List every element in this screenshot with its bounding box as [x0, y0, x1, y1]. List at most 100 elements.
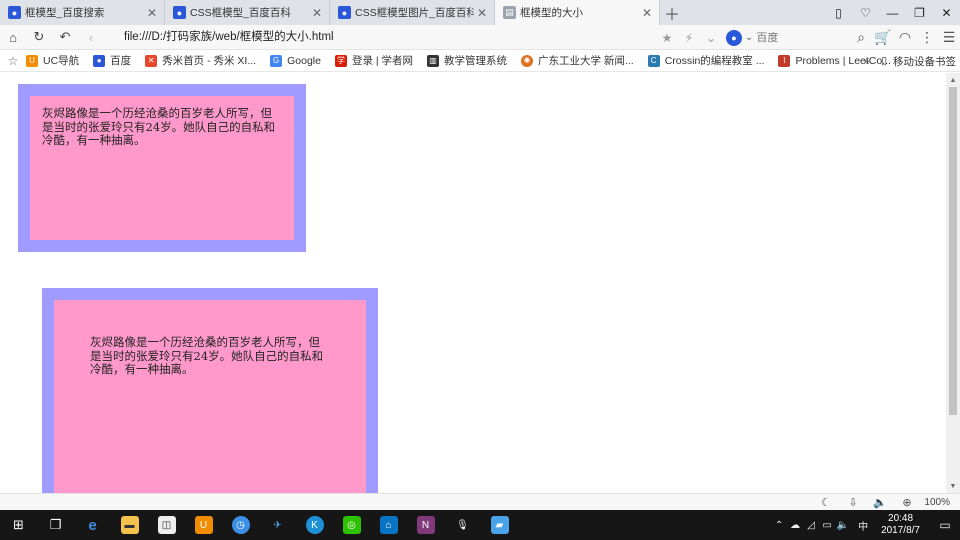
scroll-up-icon[interactable]: ▲ [946, 73, 960, 87]
box-text: 灰烬路像是一个历经沧桑的百岁老人所写，但是当时的张爱玲只有24岁。她队自己的自私… [90, 335, 324, 376]
k-app-icon[interactable]: K [296, 510, 333, 540]
new-tab-button[interactable]: ＋ [660, 0, 684, 25]
close-icon[interactable]: ✕ [144, 6, 160, 20]
bookmark-label: 百度 [110, 55, 132, 67]
edge-icon[interactable]: e [74, 510, 111, 540]
baidu-paw-icon: ● [8, 6, 21, 19]
baidu-paw-icon: ● [93, 54, 106, 67]
tab-label: 框模型_百度搜索 [25, 7, 105, 19]
tab-3[interactable]: ▤ 框模型的大小 ✕ [495, 0, 660, 25]
tab-0[interactable]: ● 框模型_百度搜索 ✕ [0, 0, 165, 25]
cart-icon[interactable]: 🛒 [872, 29, 894, 46]
lightning-icon[interactable]: ⚡ [678, 31, 700, 45]
download-icon[interactable]: ⇩ [839, 496, 866, 509]
uc-icon: U [26, 54, 38, 67]
scroll-thumb[interactable] [949, 87, 957, 415]
undo-icon[interactable]: ↶ [52, 25, 78, 50]
tab-label: 框模型的大小 [520, 7, 583, 19]
zoom-icon[interactable]: ⊕ [893, 496, 920, 509]
wechat-icon[interactable]: ◎ [333, 510, 370, 540]
system-tray: ⌃ ☁ ◿ ▭ 🔈 中 20:48 2017/8/7 ▭ [771, 510, 960, 540]
speaker-icon[interactable]: 🔈 [835, 520, 851, 531]
home-icon[interactable]: ⌂ [0, 25, 26, 50]
mobile-device-icon: ▯ [881, 55, 887, 67]
file-explorer-icon[interactable]: ▬ [111, 510, 148, 540]
close-window-icon[interactable]: ✕ [933, 6, 960, 20]
blue-app-icon[interactable]: ⌂ [370, 510, 407, 540]
close-icon[interactable]: ✕ [309, 6, 325, 20]
mobile-bookmarks-link[interactable]: 移动设备书签 [893, 54, 956, 69]
chevron-down-icon[interactable]: ⌄ [700, 31, 722, 45]
url-field[interactable]: file:///D:/打码家族/web/框模型的大小.html [124, 29, 644, 46]
scholar-icon: 学 [334, 54, 347, 67]
book-app-icon[interactable]: ▰ [481, 510, 518, 540]
uc-browser-icon[interactable]: U [185, 510, 222, 540]
battery-icon[interactable]: ▭ [819, 520, 835, 531]
bookmark-label: 登录 | 学者网 [351, 55, 414, 67]
clock-time: 20:48 [888, 513, 914, 524]
network-icon[interactable]: ◿ [803, 520, 819, 531]
menu-icon[interactable]: ☰ [938, 29, 960, 46]
bookmark-label: 广东工业大学 新闻... [538, 55, 634, 67]
page-content: 灰烬路像是一个历经沧桑的百岁老人所写，但是当时的张爱玲只有24岁。她队自己的自私… [0, 73, 946, 493]
bookmarks-bar: ☆ U UC导航 ● 百度 ✕ 秀米首页 - 秀米 XI... G Google… [0, 50, 960, 72]
crossin-icon: C [647, 54, 660, 67]
clock-app-icon[interactable]: ◷ [222, 510, 259, 540]
search-input[interactable] [756, 31, 827, 44]
close-icon[interactable]: ✕ [639, 6, 655, 20]
restore-icon[interactable]: ❐ [906, 6, 933, 20]
box-model-small: 灰烬路像是一个历经沧桑的百岁老人所写，但是当时的张爱玲只有24岁。她队自己的自私… [18, 84, 306, 252]
clock[interactable]: 20:48 2017/8/7 [881, 513, 920, 537]
baidu-paw-icon: ● [338, 6, 351, 19]
more-vertical-icon[interactable]: ⋮ [916, 29, 938, 46]
ime-indicator[interactable]: 中 [855, 518, 871, 533]
bookmark-item[interactable]: ✺ 广东工业大学 新闻... [521, 53, 634, 68]
scroll-down-icon[interactable]: ▼ [946, 479, 960, 493]
night-mode-icon[interactable]: ☾ [812, 496, 839, 509]
back-icon[interactable]: ‹ [78, 25, 104, 50]
close-icon[interactable]: ✕ [474, 6, 490, 20]
chevron-up-icon[interactable]: ⌃ [771, 520, 787, 531]
zoom-level[interactable]: 100% [924, 497, 950, 508]
microphone-icon[interactable]: 🎙 [444, 510, 481, 540]
notification-icon[interactable]: ▭ [930, 518, 960, 532]
star-icon[interactable]: ★ [656, 31, 678, 45]
onenote-icon[interactable]: N [407, 510, 444, 540]
tab-1[interactable]: ● CSS框模型_百度百科 ✕ [165, 0, 330, 25]
task-view-icon[interactable]: ❐ [37, 510, 74, 540]
bookmark-item[interactable]: 学 登录 | 学者网 [334, 53, 414, 68]
vertical-scrollbar[interactable]: ▲ ▼ [946, 73, 960, 493]
cloud-icon[interactable]: ☁ [787, 520, 803, 531]
search-icon[interactable]: ⌕ [850, 29, 872, 46]
baidu-paw-icon: ● [173, 6, 186, 19]
chevron-down-icon[interactable]: ⌄ [745, 32, 753, 43]
page-icon: ▤ [503, 6, 516, 19]
tab-label: CSS框模型_百度百科 [190, 7, 291, 19]
tab-2[interactable]: ● CSS框模型图片_百度百科 ✕ [330, 0, 495, 25]
minimize-icon[interactable]: — [879, 6, 906, 20]
skin-icon[interactable]: ♡ [852, 6, 879, 20]
address-right-tools: ★ ⚡ ⌄ ● ⌄ ⌕ 🛒 ◠ ⋮ ☰ [656, 25, 960, 50]
box-text: 灰烬路像是一个历经沧桑的百岁老人所写，但是当时的张爱玲只有24岁。她队自己的自私… [42, 106, 276, 147]
tablet-mode-icon[interactable]: ▯ [825, 6, 852, 20]
bookmark-star-icon[interactable]: ☆ [0, 54, 26, 68]
bookmark-item[interactable]: ✕ 秀米首页 - 秀米 XI... [145, 53, 256, 68]
windows-start-icon[interactable]: ⊞ [0, 510, 37, 540]
tab-label: CSS框模型图片_百度百科 [355, 7, 474, 19]
bookmark-item[interactable]: C Crossin的编程教室 ... [647, 53, 764, 68]
store-icon[interactable]: ◫ [148, 510, 185, 540]
bookmark-item[interactable]: G Google [270, 54, 321, 67]
bookmarks-right: » ▯ 移动设备书签 [863, 50, 956, 72]
bookmark-item[interactable]: ▥ 教学管理系统 [427, 53, 507, 68]
bookmarks-more-button[interactable]: » [863, 55, 869, 67]
building-icon: ▥ [427, 54, 440, 67]
volume-icon[interactable]: 🔈 [866, 496, 893, 509]
wifi-icon[interactable]: ◠ [894, 29, 916, 46]
bookmark-item[interactable]: U UC导航 [26, 53, 79, 68]
search-box[interactable]: ● ⌄ [726, 29, 846, 47]
bird-app-icon[interactable]: ✈ [259, 510, 296, 540]
bookmark-label: Google [287, 54, 321, 67]
tab-bar: ● 框模型_百度搜索 ✕ ● CSS框模型_百度百科 ✕ ● CSS框模型图片_… [0, 0, 960, 25]
bookmark-item[interactable]: ● 百度 [93, 53, 131, 68]
refresh-icon[interactable]: ↻ [26, 25, 52, 50]
